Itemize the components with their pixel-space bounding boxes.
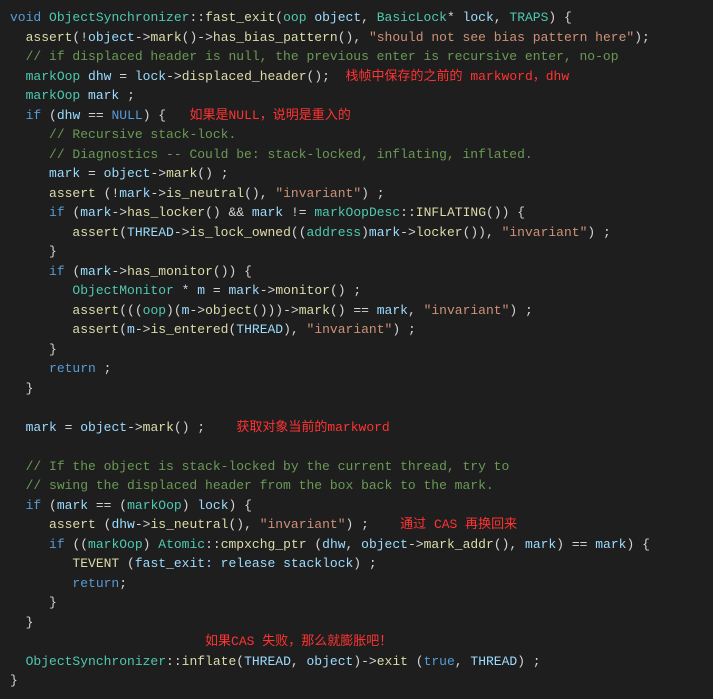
- type-objsync: ObjectSynchronizer: [49, 10, 189, 25]
- annotation: 如果CAS 失败，那么就膨胀吧！: [205, 634, 392, 649]
- code-block: void ObjectSynchronizer::fast_exit(oop o…: [0, 0, 713, 699]
- kw-void: void: [10, 10, 41, 25]
- fn-fast-exit: fast_exit: [205, 10, 275, 25]
- annotation: 栈帧中保存的之前的 markword，dhw: [346, 69, 570, 84]
- annotation: 获取对象当前的markword: [236, 420, 389, 435]
- comment: // if displaced header is null, the prev…: [26, 49, 619, 64]
- annotation: 如果是NULL，说明是重入的: [190, 108, 351, 123]
- annotation: 通过 CAS 再换回来: [400, 517, 517, 532]
